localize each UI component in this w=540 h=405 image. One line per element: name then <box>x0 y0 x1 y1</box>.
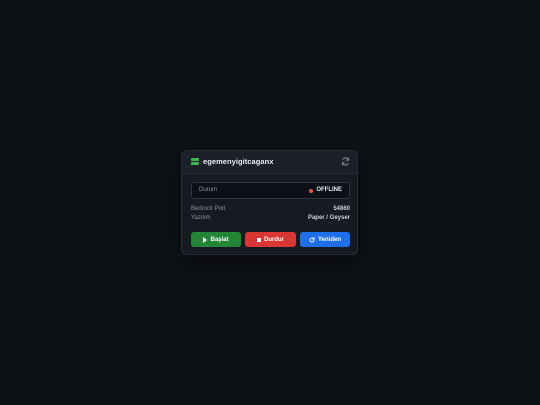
start-button-label: Başlat <box>210 236 229 243</box>
info-key: Bedrock Port <box>191 206 226 212</box>
stop-icon <box>257 237 261 242</box>
server-icon <box>191 158 199 166</box>
start-button[interactable]: Başlat <box>191 232 241 247</box>
info-value: 54860 <box>333 206 350 212</box>
play-icon <box>203 236 208 243</box>
refresh-icon <box>309 236 315 242</box>
server-name: egemenyigitcaganx <box>203 157 274 166</box>
status-dot <box>309 189 313 193</box>
card-header: egemenyigitcaganx <box>182 151 357 174</box>
stop-button[interactable]: Durdur <box>245 232 296 247</box>
stop-button-label: Durdur <box>264 236 284 243</box>
info-row-software: Yazılım Paper / Geyser <box>191 215 350 224</box>
info-key: Yazılım <box>191 215 211 221</box>
restart-button-label: Yeniden <box>317 236 341 243</box>
restart-button[interactable]: Yeniden <box>300 232 350 247</box>
info-row-port: Bedrock Port 54860 <box>191 206 350 215</box>
info-value: Paper / Geyser <box>307 215 350 221</box>
status-value: OFFLINE <box>316 187 342 193</box>
status-label: Durum <box>199 187 218 193</box>
refresh-icon[interactable] <box>341 157 350 166</box>
status-box: Durum OFFLINE <box>191 182 350 199</box>
server-card: egemenyigitcaganx Durum OFFLINE Bedrock … <box>181 150 358 255</box>
